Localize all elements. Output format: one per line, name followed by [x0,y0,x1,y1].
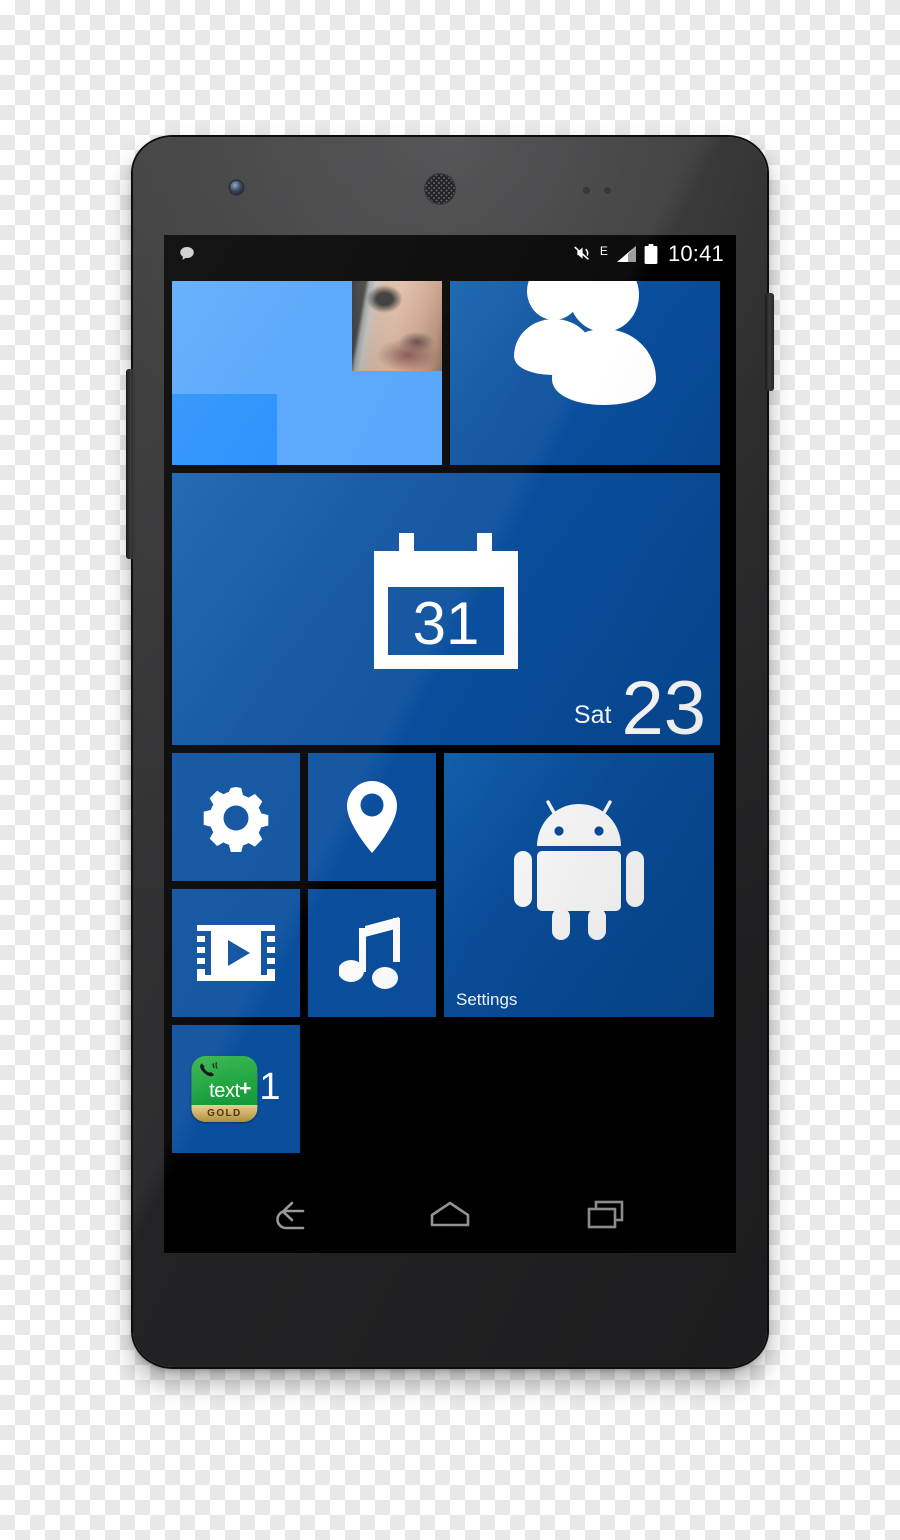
home-button[interactable] [414,1186,486,1242]
textplus-icon-plus: + [239,1077,252,1100]
back-button[interactable] [258,1186,330,1242]
back-arrow-icon [276,1201,305,1230]
power-button[interactable] [765,293,774,391]
music-note-icon [339,917,400,989]
small-tile-row [172,753,436,881]
tile-sheen [172,281,442,465]
textplus-gold-band: GOLD [191,1105,258,1122]
phone-screen: E 10:41 31 Sat 23 Settings text + GOLD 1 [164,235,736,1253]
recents-icon [587,1200,624,1229]
status-bar-system-icons: E 10:41 [573,241,724,267]
small-tile-row [172,889,436,1017]
tile-row [172,281,728,465]
small-tile-column [172,753,436,1017]
volume-rocker[interactable] [126,369,135,559]
maps-tile[interactable] [308,753,436,881]
tile-grid: 31 Sat 23 Settings text + GOLD 1 [164,273,736,1153]
textplus-gold-icon: text + GOLD [191,1056,258,1122]
people-live-tile[interactable] [172,281,442,465]
status-bar[interactable]: E 10:41 [164,235,736,273]
battery-full-icon [644,244,658,264]
location-pin-icon [347,781,397,853]
people-icon [514,281,656,405]
home-icon [430,1201,470,1227]
proximity-sensor [583,187,590,194]
status-bar-clock: 10:41 [667,241,724,266]
textplus-tier-label: GOLD [207,1108,242,1119]
network-type-label: E [599,244,608,258]
tile-row: 31 Sat 23 [172,473,728,745]
navigation-bar [164,1175,736,1253]
gear-icon [203,787,269,852]
screenshot-stage: E 10:41 31 Sat 23 Settings text + GOLD 1 [0,0,900,1540]
tile-row: Settings [172,753,728,1017]
tile-row: text + GOLD 1 [172,1025,728,1153]
recents-button[interactable] [570,1186,642,1242]
android-settings-tile[interactable]: Settings [444,753,714,1017]
calendar-date-readout: Sat 23 [573,665,706,745]
volume-mute-icon [573,244,593,264]
settings-tile[interactable] [172,753,300,881]
phone-handset-icon [200,1061,218,1077]
status-bar-notifications [178,245,573,263]
music-tile[interactable] [308,889,436,1017]
speech-bubble-icon [178,245,196,263]
textplus-gold-tile[interactable]: text + GOLD 1 [172,1025,300,1153]
calendar-icon-day: 31 [413,590,480,657]
textplus-badge-count: 1 [259,1066,281,1108]
phone-device: E 10:41 31 Sat 23 Settings text + GOLD 1 [126,137,774,1367]
calendar-icon: 31 [374,533,518,669]
textplus-icon-wrap: text + GOLD 1 [191,1056,281,1122]
light-sensor [604,187,611,194]
film-play-icon [197,925,275,981]
people-tile[interactable] [450,281,720,465]
signal-bars-icon [615,245,637,263]
calendar-tile[interactable]: 31 Sat 23 [172,473,720,745]
android-settings-tile-label: Settings [456,990,518,1009]
android-robot-icon [514,800,644,941]
earpiece-speaker [424,173,456,205]
front-camera [230,181,243,194]
calendar-day-of-week: Sat [573,701,612,729]
calendar-day-number: 23 [621,665,706,745]
video-tile[interactable] [172,889,300,1017]
